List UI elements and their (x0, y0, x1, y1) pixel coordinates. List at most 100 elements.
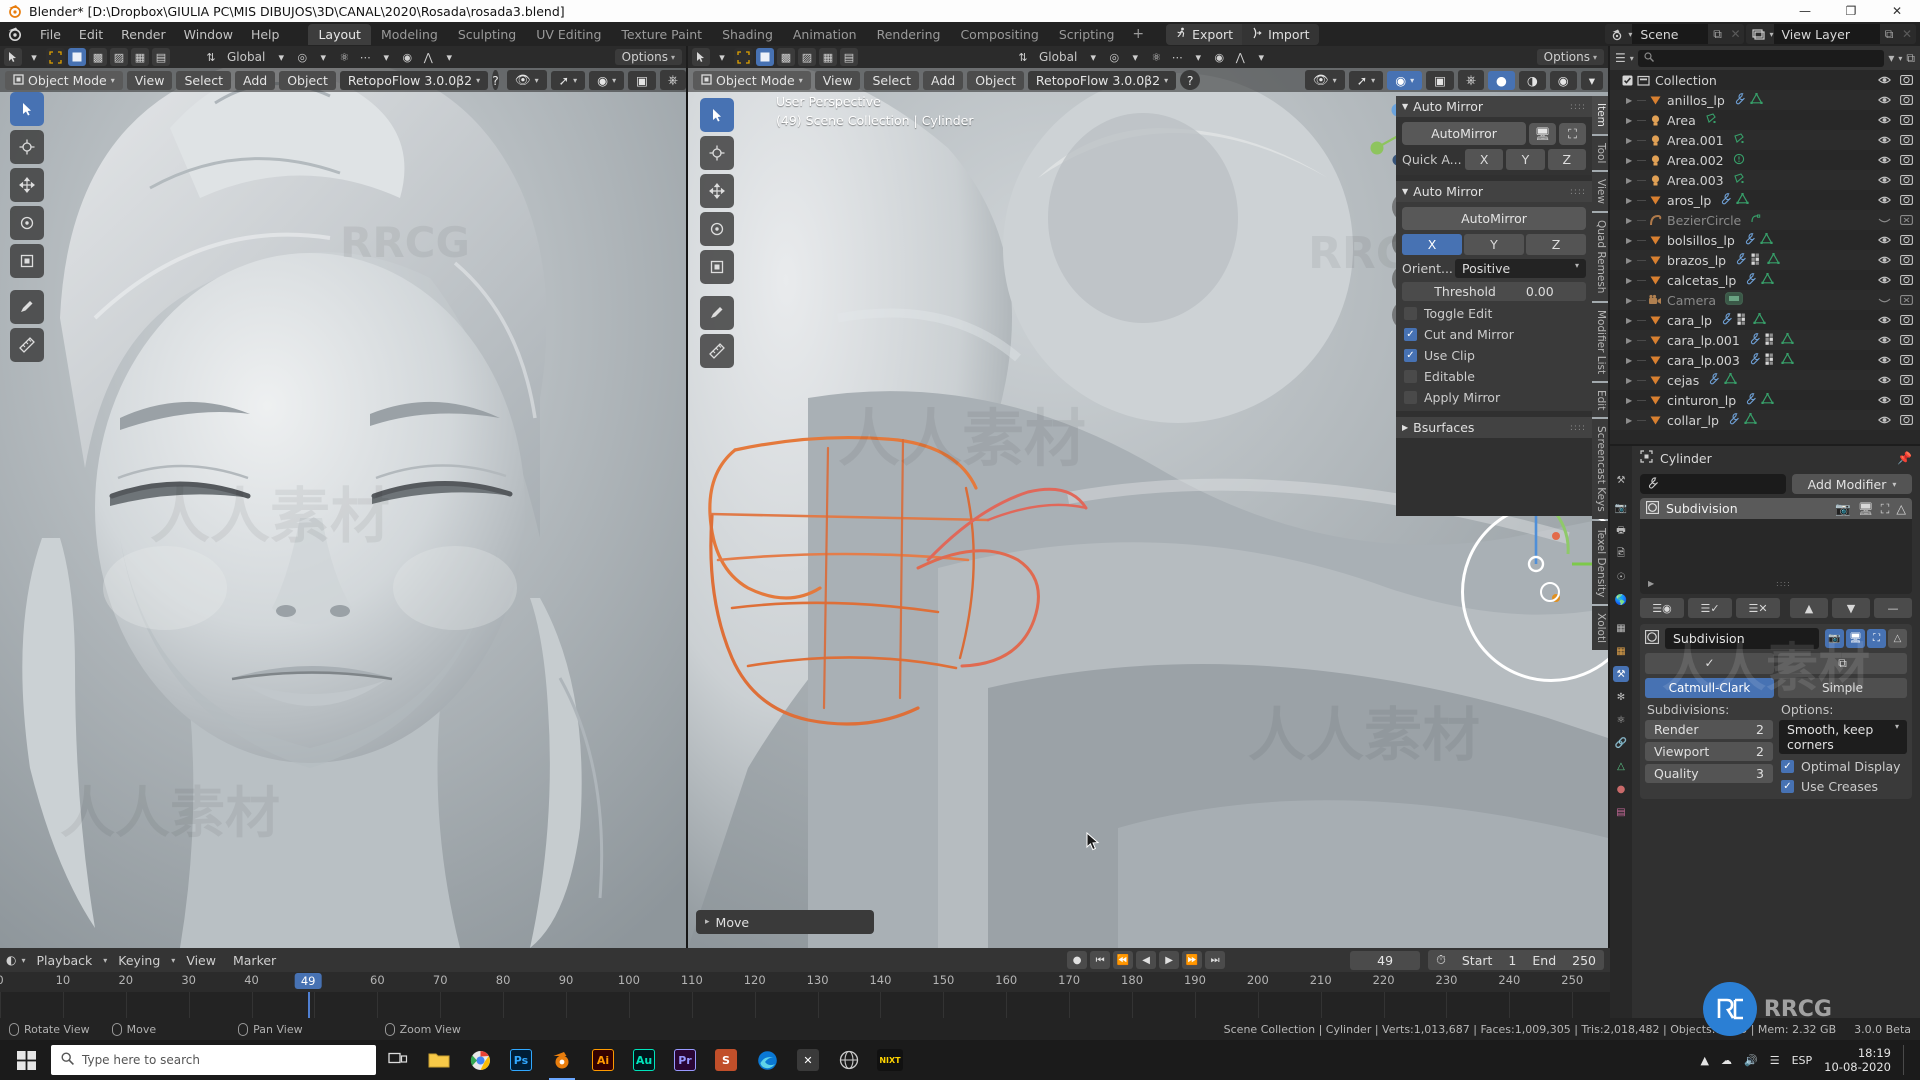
timeline-editor[interactable]: ◐ ▾ Playback ▾ Keying ▾ View Marker ● ⏮ … (0, 948, 1610, 1018)
taskbar-photoshop-icon[interactable]: Ps (502, 1040, 540, 1080)
npanel-tab-view[interactable]: View (1592, 172, 1608, 212)
viewport-left-3d[interactable]: Object Mode ▾ View Select Add Object Ret… (0, 68, 686, 948)
taskbar-illustrator-icon[interactable]: Ai (584, 1040, 622, 1080)
disable-in-renders-icon[interactable] (1900, 133, 1913, 148)
viewport-right-menu-view[interactable]: View (814, 70, 861, 90)
disable-in-renders-icon[interactable] (1900, 313, 1913, 328)
timeline-track-area[interactable] (0, 992, 1610, 1018)
workspace-tab-modeling[interactable]: Modeling (371, 24, 448, 45)
outliner-expand-arrow-icon[interactable]: ▶ (1626, 356, 1637, 365)
threshold-field[interactable]: Threshold 0.00 (1402, 282, 1586, 301)
quality-field[interactable]: Quality 3 (1645, 764, 1773, 783)
properties-tab-constraints-icon[interactable]: 🔗 (1613, 735, 1629, 751)
disable-in-renders-icon[interactable] (1900, 73, 1913, 88)
modifier-editmode-visibility-icon[interactable]: ⛶ (1867, 629, 1886, 648)
hide-in-viewport-icon[interactable] (1878, 393, 1891, 408)
workspace-tab-compositing[interactable]: Compositing (950, 24, 1048, 45)
realtime-toggle-icon[interactable]: 🖥 (1858, 501, 1874, 517)
previous-keyframe-button[interactable]: ⏪ (1113, 951, 1134, 969)
timeline-ruler[interactable]: 0102030405060708090100110120130140150160… (0, 972, 1610, 992)
outliner-new-collection-icon[interactable]: ⧉ (1906, 51, 1915, 66)
modifier-move-down-button[interactable]: ▼ (1832, 598, 1870, 618)
quick-axis-y[interactable]: Y (1506, 149, 1545, 170)
tool-cursor-icon[interactable] (4, 48, 22, 66)
disable-in-renders-icon[interactable] (1900, 153, 1913, 168)
on-cage-toggle-icon[interactable]: △ (1896, 501, 1906, 517)
tool-annotate-icon-2[interactable] (700, 296, 734, 330)
start-button[interactable] (4, 1040, 48, 1080)
outliner-row-collection[interactable]: Collection (1610, 70, 1920, 90)
menu-file[interactable]: File (31, 25, 70, 44)
pivot-point-icon-2[interactable]: ◎ (1105, 48, 1123, 66)
workspace-tab-layout[interactable]: Layout (308, 23, 371, 45)
modifier-search-input[interactable] (1640, 474, 1786, 494)
outliner-row-cara-lp-001[interactable]: ▶ cara_lp.001 (1610, 330, 1920, 350)
select-mode-4-icon[interactable]: ▦ (131, 48, 149, 66)
properties-tab-modifier-icon[interactable]: ⚒ (1613, 666, 1629, 682)
menu-edit[interactable]: Edit (70, 25, 112, 44)
select-mode-2-icon-2[interactable]: ▩ (777, 48, 795, 66)
select-box-icon-2[interactable] (734, 48, 753, 66)
import-button[interactable]: Import (1242, 23, 1319, 45)
disable-in-renders-icon[interactable] (1900, 413, 1913, 428)
outliner-row-collar-lp[interactable]: ▶ collar_lp (1610, 410, 1920, 430)
properties-tab-tool-icon[interactable]: ⚒ (1613, 472, 1629, 488)
close-button[interactable]: ✕ (1874, 0, 1920, 22)
disable-in-renders-icon[interactable] (1900, 93, 1913, 108)
overlays-icon-left[interactable]: ◉ ▾ (589, 70, 625, 90)
keying-chevron-down-icon[interactable]: ▾ (171, 956, 175, 965)
quick-axis-x[interactable]: X (1465, 149, 1504, 170)
shading-solid-icon-right[interactable]: ● (1487, 70, 1515, 90)
npanel-header-bsurfaces[interactable]: ▶ Bsurfaces :::: (1396, 417, 1592, 438)
outliner-expand-arrow-icon[interactable]: ▶ (1626, 216, 1637, 225)
outliner-row-camera[interactable]: ▶ Camera (1610, 290, 1920, 310)
xray-toggle-icon-left[interactable]: ▣ (628, 70, 656, 90)
transform-pivot-icon[interactable]: ⇅ (202, 48, 220, 66)
checkbox-toggle-edit[interactable]: Toggle Edit (1402, 305, 1586, 322)
timeline-editor-type-icon[interactable]: ◐ (6, 953, 16, 967)
npanel-tab-tool[interactable]: Tool (1592, 135, 1608, 171)
retopoflow-help-icon-left[interactable]: ? (492, 70, 499, 90)
current-frame-field[interactable]: 49 (1350, 950, 1421, 970)
algorithm-simple-button[interactable]: Simple (1778, 678, 1907, 698)
mode-selector-left[interactable]: Object Mode ▾ (5, 70, 123, 90)
auto-keying-record-button[interactable]: ● (1067, 951, 1088, 969)
automirror-bounds-icon[interactable]: ⛶ (1559, 122, 1586, 145)
timeline-playhead[interactable] (308, 992, 311, 1018)
viewport-left-menu-select[interactable]: Select (176, 70, 231, 90)
modifier-list-grip-dots-icon[interactable]: :::: (1776, 579, 1791, 588)
timeline-type-chevron-down-icon[interactable]: ▾ (21, 956, 25, 965)
snap-chevron-down-icon[interactable]: ▾ (377, 48, 395, 66)
properties-tab-data-icon[interactable]: △ (1613, 758, 1629, 774)
outliner-row-brazos-lp[interactable]: ▶ brazos_lp (1610, 250, 1920, 270)
tool-measure-icon[interactable] (10, 328, 44, 362)
select-mode-2-icon[interactable]: ▩ (89, 48, 107, 66)
shading-chevron-down-icon-right[interactable]: ▾ (1580, 70, 1603, 90)
modifier-apply-all-button[interactable]: ☰✓ (1688, 598, 1732, 618)
modifier-name-input[interactable]: Subdivision (1665, 628, 1819, 649)
hide-in-viewport-icon[interactable] (1878, 73, 1891, 88)
modifier-render-visibility-icon[interactable]: 📷 (1825, 629, 1844, 648)
tool-rotate-icon-2[interactable] (700, 212, 734, 246)
hide-in-viewport-icon[interactable] (1878, 253, 1891, 268)
workspace-tab-texture-paint[interactable]: Texture Paint (611, 24, 712, 45)
automirror-button-2[interactable]: AutoMirror (1402, 207, 1586, 230)
snap-magnet-icon-2[interactable]: ⚛ (1147, 48, 1165, 66)
jump-to-end-button[interactable]: ⏭ (1205, 951, 1226, 969)
npanel-tab-modifier-list[interactable]: Modifier List (1592, 302, 1608, 381)
disable-in-renders-icon[interactable] (1900, 113, 1913, 128)
tool-move-icon[interactable] (10, 168, 44, 202)
outliner-row-calcetas-lp[interactable]: ▶ calcetas_lp (1610, 270, 1920, 290)
mode-selector-right[interactable]: Object Mode ▾ (693, 70, 811, 90)
drag-dots-icon-3[interactable]: :::: (1570, 423, 1586, 433)
xray-toggle-icon-right[interactable]: ▣ (1426, 70, 1454, 90)
properties-tab-material-icon[interactable]: ● (1613, 781, 1629, 797)
disable-in-renders-icon[interactable] (1900, 193, 1913, 208)
playback-chevron-down-icon[interactable]: ▾ (103, 956, 107, 965)
outliner-row-anillos-lp[interactable]: ▶ anillos_lp (1610, 90, 1920, 110)
modifier-apply-button[interactable]: ✓ (1645, 653, 1774, 674)
outliner-row-bolsillos-lp[interactable]: ▶ bolsillos_lp (1610, 230, 1920, 250)
edit-mode-toggle-icon[interactable]: ⛶ (1881, 501, 1890, 517)
mirror-axis-z[interactable]: Z (1526, 234, 1586, 255)
menu-help[interactable]: Help (242, 25, 289, 44)
